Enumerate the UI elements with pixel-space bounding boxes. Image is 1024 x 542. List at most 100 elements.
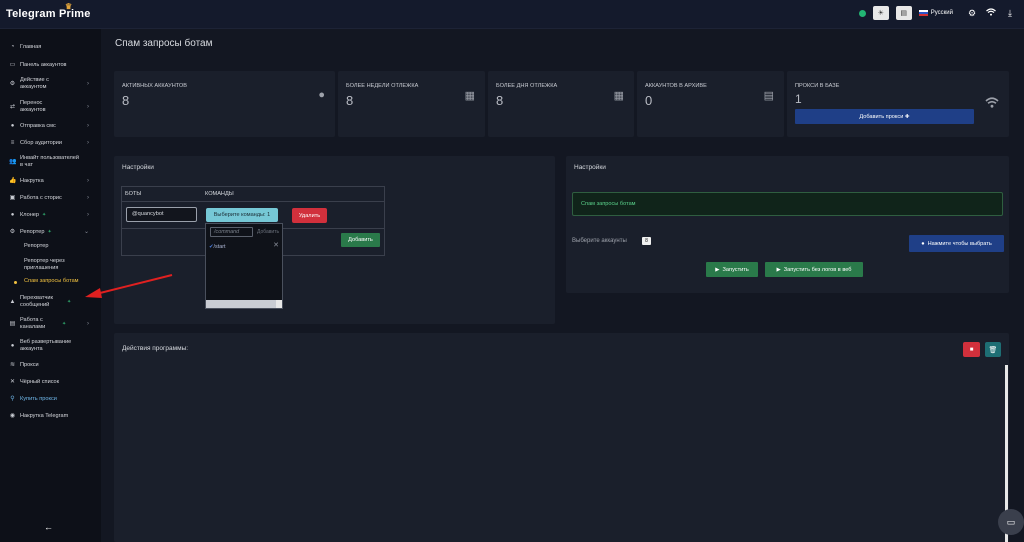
chat-support-button[interactable]: ▭: [998, 509, 1024, 535]
stop-icon: ■: [969, 346, 974, 353]
trash-icon: 🗑: [988, 346, 998, 354]
pro-badge-icon: ✦: [62, 320, 67, 327]
sidebar-item-accounts-panel[interactable]: ▭ Панель аккаунтов: [0, 60, 99, 70]
choose-accounts-button[interactable]: ● Нажмите чтобы выбрать: [909, 235, 1004, 252]
sidebar-item-boost[interactable]: 👍 Накрутка ›: [0, 176, 99, 186]
telegram-icon: ◉: [9, 412, 16, 419]
commands-dropdown: /command Добавить ✕ ✔/start: [205, 223, 283, 309]
user-icon: ●: [318, 89, 325, 101]
start-button[interactable]: ▶ Запустить: [706, 262, 758, 277]
app-title: Telegram Prime: [6, 8, 91, 20]
chat-icon: ▭: [1006, 516, 1016, 527]
sidebar-item-buy-proxy[interactable]: ⚲ Купить прокси: [0, 394, 99, 404]
sidebar-item-stories[interactable]: ▣ Работа с сторис ›: [0, 193, 99, 203]
chevron-right-icon: ›: [87, 211, 89, 218]
sidebar-item-reporter[interactable]: ⚙ Репортер ✦ ⌄: [0, 227, 99, 237]
main-content: Спам запросы ботам АКТИВНЫХ АККАУНТОВ 8 …: [101, 29, 1024, 542]
sidebar-item-audience[interactable]: ≡ Сбор аудитории ›: [0, 138, 99, 148]
user-icon: ●: [10, 342, 15, 349]
stop-button[interactable]: ■: [963, 342, 980, 357]
horizontal-scrollbar[interactable]: [206, 300, 282, 308]
sidebar-item-transfer[interactable]: ⇄ Перенос аккаунтов ›: [0, 99, 99, 115]
accounts-count-badge: 8: [642, 237, 651, 245]
sidebar-item-cloner[interactable]: ● Клонер ✦ ›: [0, 210, 99, 220]
user-clone-icon: ●: [10, 211, 15, 218]
sidebar-item-account-actions[interactable]: ⚙ Действие с аккаунтом ›: [0, 76, 99, 92]
speedometer-icon: ◔: [10, 43, 15, 50]
sidebar-item-proxy[interactable]: ≋ Прокси: [0, 360, 99, 370]
commands-select[interactable]: Выберите команды: 1: [206, 208, 278, 222]
sidebar-sub-reporter[interactable]: Репортер: [0, 243, 99, 253]
download-icon[interactable]: ⤓: [1004, 8, 1016, 19]
wifi-icon: ≋: [9, 361, 16, 368]
chevron-right-icon: ›: [87, 177, 89, 184]
sidebar-sub-spam-bots[interactable]: Спам запросы ботам: [0, 278, 99, 288]
sidebar-item-interceptor[interactable]: ▲ Перехватчик сообщений ✦: [0, 294, 99, 310]
stat-card-day: БОЛЕЕ ДНЯ ОТЛЕЖКА 8 ▦: [488, 71, 634, 137]
play-icon: ▶: [776, 266, 781, 273]
command-search-input[interactable]: /command: [210, 227, 253, 237]
pro-badge-icon: ✦: [67, 298, 72, 305]
collapse-sidebar-button[interactable]: ←: [44, 522, 53, 532]
top-right-controls: ☀ ▤ Русский ⚙ ⤓: [858, 6, 1016, 20]
col-commands: команды: [205, 191, 234, 197]
chat-icon: ●: [10, 122, 15, 129]
notes-button[interactable]: ▤: [895, 6, 912, 20]
transfer-icon: ⇄: [9, 103, 16, 110]
add-proxy-button[interactable]: Добавить прокси ✚: [795, 109, 974, 124]
sidebar-item-telegram-boost[interactable]: ◉ Накрутка Telegram: [0, 411, 99, 421]
russian-flag-icon: [918, 10, 928, 16]
x-icon: ✕: [9, 378, 16, 385]
reporter-icon: ⚙: [9, 228, 16, 235]
wifi-icon[interactable]: [985, 8, 997, 18]
sidebar-item-invite[interactable]: 👥 Инвайт пользователей в чат: [0, 154, 99, 170]
calendar-icon: ▦: [613, 90, 624, 102]
bot-username-input[interactable]: @quancybot: [126, 207, 197, 222]
stat-card-active: АКТИВНЫХ АККАУНТОВ 8 ●: [114, 71, 335, 137]
page-title: Спам запросы ботам: [115, 38, 213, 49]
settings-panel-right: Настройки Спам запросы ботам Выберите ак…: [566, 156, 1009, 293]
sidebar-sub-reporter-invites[interactable]: Репортер через приглашения: [0, 258, 90, 273]
search-icon: ⚲: [10, 395, 15, 402]
select-accounts-label: Выберите аккаунты: [572, 238, 627, 244]
actions-panel: Действия программы: ■ 🗑: [114, 333, 1009, 542]
sidebar-item-sms[interactable]: ● Отправка смс ›: [0, 121, 99, 131]
sidebar-item-channels[interactable]: ▤ Работа с каналами ✦ ›: [0, 316, 99, 332]
top-bar: Telegram Prime ♛ ☀ ▤ Русский ⚙ ⤓: [0, 0, 1024, 29]
add-bot-button[interactable]: Добавить: [341, 233, 380, 247]
language-selector[interactable]: Русский: [918, 10, 953, 16]
sidebar-item-home[interactable]: ◔ Главная: [0, 42, 99, 52]
sidebar-item-web-deploy[interactable]: ● Веб развертывание аккаунта: [0, 338, 99, 354]
chevron-right-icon: ›: [87, 80, 89, 87]
chevron-down-icon: ⌄: [83, 228, 89, 235]
theme-toggle-button[interactable]: ☀: [872, 6, 889, 20]
settings-title: Настройки: [574, 164, 606, 171]
gear-icon[interactable]: ⚙: [966, 8, 978, 19]
actions-title: Действия программы:: [122, 345, 189, 352]
users-icon: 👥: [9, 158, 17, 165]
pro-badge-icon: ✦: [42, 211, 47, 218]
language-label: Русский: [930, 10, 953, 16]
status-box: Спам запросы ботам: [572, 192, 1003, 216]
app-logo[interactable]: Telegram Prime ♛: [6, 2, 91, 20]
pro-badge-icon: ✦: [47, 228, 52, 235]
dropdown-option[interactable]: ✔/start: [209, 244, 226, 250]
play-icon: ▶: [715, 266, 720, 273]
sidebar: ◔ Главная ▭ Панель аккаунтов ⚙ Действие с а…: [0, 29, 99, 542]
stat-card-archive: АККАУНТОВ В АРХИВЕ 0 ▤: [637, 71, 784, 137]
stat-card-proxy: ПРОКСИ В БАЗЕ 1 Добавить прокси ✚: [787, 71, 1009, 137]
stat-card-week: БОЛЕЕ НЕДЕЛИ ОТЛЕЖКА 8 ▦: [338, 71, 485, 137]
sidebar-item-blacklist[interactable]: ✕ Чёрный список: [0, 377, 99, 387]
start-without-logs-button[interactable]: ▶ Запустить без логов в веб: [765, 262, 863, 277]
bots-table-header: боты команды: [122, 187, 384, 202]
clear-log-button[interactable]: 🗑: [985, 342, 1001, 357]
thumbs-up-icon: 👍: [9, 177, 17, 184]
delete-bot-button[interactable]: Удалить: [292, 208, 327, 223]
panel-icon: ▭: [9, 61, 16, 68]
calendar-check-icon: ▦: [464, 90, 475, 102]
dropdown-add-button[interactable]: Добавить: [257, 229, 279, 235]
chevron-right-icon: ›: [87, 194, 89, 201]
close-icon[interactable]: ✕: [273, 241, 279, 249]
online-status-icon: [858, 9, 866, 17]
channel-icon: ▤: [9, 320, 16, 327]
